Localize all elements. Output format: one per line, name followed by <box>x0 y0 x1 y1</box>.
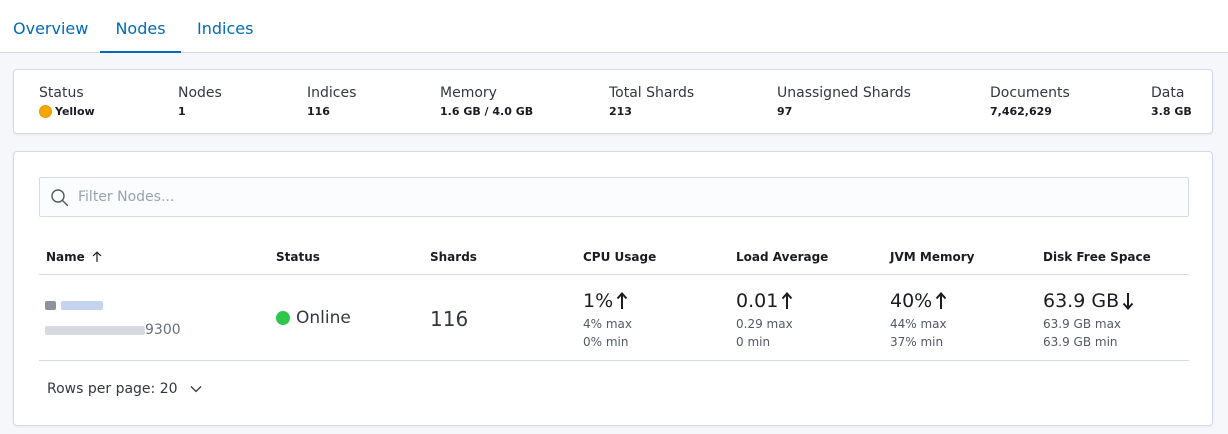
summary-documents: Documents 7,462,629 <box>990 85 1070 118</box>
node-status: Online <box>276 308 351 328</box>
summary-total-shards: Total Shards 213 <box>609 85 694 118</box>
column-header-jvm-memory[interactable]: JVM Memory <box>890 250 974 264</box>
summary-total-shards-label: Total Shards <box>609 85 695 101</box>
jvm-memory-min: 37% min <box>890 335 944 349</box>
arrow-down-icon <box>1122 293 1134 310</box>
column-header-cpu-usage[interactable]: CPU Usage <box>583 250 656 264</box>
summary-unassigned-shards: Unassigned Shards 97 <box>777 85 911 118</box>
cpu-usage-min: 0% min <box>583 335 629 349</box>
summary-unassigned-shards-value: 97 <box>777 105 793 118</box>
load-average-cell: 0.01 0.29 max 0 min <box>736 288 793 350</box>
summary-status-value: Yellow <box>55 105 95 118</box>
summary-nodes-value: 1 <box>178 105 186 118</box>
column-header-status[interactable]: Status <box>276 250 320 264</box>
tab-bar: Overview Nodes Indices <box>0 0 1228 53</box>
disk-free-space-min: 63.9 GB min <box>1043 335 1118 349</box>
column-header-load-average[interactable]: Load Average <box>736 250 828 264</box>
arrow-up-icon <box>616 292 628 309</box>
disk-free-space-value: 63.9 GB <box>1043 290 1120 312</box>
column-header-name[interactable]: Name <box>46 250 103 264</box>
disk-free-space-max: 63.9 GB max <box>1043 317 1122 331</box>
node-shards: 116 <box>430 307 469 331</box>
cpu-usage-max: 4% max <box>583 317 632 331</box>
node-address: 9300 <box>45 322 181 338</box>
summary-memory: Memory 1.6 GB / 4.0 GB <box>440 85 533 118</box>
filter-nodes-box <box>39 177 1189 217</box>
search-icon <box>51 189 69 207</box>
status-online-dot-icon <box>276 311 290 325</box>
arrow-up-icon <box>935 292 947 309</box>
rows-per-page-button[interactable]: Rows per page: 20 <box>47 381 202 397</box>
summary-status-label: Status <box>39 85 84 101</box>
cluster-summary-panel: Status Yellow Nodes 1 Indices 116 Memory… <box>13 69 1213 134</box>
summary-indices-value: 116 <box>307 105 330 118</box>
summary-indices-label: Indices <box>307 85 357 101</box>
status-yellow-dot-icon <box>39 105 52 118</box>
load-average-max: 0.29 max <box>736 317 793 331</box>
tab-overview[interactable]: Overview <box>13 0 88 53</box>
column-header-name-label: Name <box>46 250 85 264</box>
cpu-usage-cell: 1% 4% max 0% min <box>583 288 632 350</box>
summary-documents-value: 7,462,629 <box>990 105 1052 118</box>
jvm-memory-value: 40% <box>890 290 933 312</box>
load-average-min: 0 min <box>736 335 771 349</box>
row-divider <box>39 360 1189 361</box>
nodes-table-panel: Name Status Shards CPU Usage Load Averag… <box>13 151 1213 426</box>
rows-per-page-label: Rows per page: 20 <box>47 381 178 397</box>
summary-documents-label: Documents <box>990 85 1070 101</box>
summary-data-value: 3.8 GB <box>1151 105 1192 118</box>
summary-nodes: Nodes 1 <box>178 85 222 118</box>
tab-indices[interactable]: Indices <box>197 0 253 53</box>
column-header-disk-free-space[interactable]: Disk Free Space <box>1043 250 1151 264</box>
sort-ascending-icon <box>92 251 102 262</box>
column-header-shards[interactable]: Shards <box>430 250 477 264</box>
tab-nodes[interactable]: Nodes <box>100 0 181 53</box>
summary-status: Status Yellow <box>39 85 95 118</box>
summary-unassigned-shards-label: Unassigned Shards <box>777 85 911 101</box>
summary-memory-label: Memory <box>440 85 497 101</box>
arrow-up-icon <box>782 292 793 309</box>
redacted-node-name <box>45 300 56 310</box>
cpu-usage-value: 1% <box>583 290 614 312</box>
disk-free-space-cell: 63.9 GB 63.9 GB max 63.9 GB min <box>1043 288 1134 350</box>
summary-memory-value: 1.6 GB / 4.0 GB <box>440 105 534 118</box>
node-name-link[interactable] <box>45 298 103 312</box>
load-average-value: 0.01 <box>736 290 779 312</box>
node-address-port: 9300 <box>145 322 181 338</box>
filter-nodes-input[interactable] <box>78 178 1178 216</box>
chevron-down-icon <box>190 386 201 393</box>
header-divider <box>39 274 1189 275</box>
redacted-node-address <box>45 325 145 335</box>
redacted-node-name <box>61 300 103 310</box>
summary-nodes-label: Nodes <box>178 85 222 101</box>
summary-data: Data 3.8 GB <box>1151 85 1192 118</box>
summary-data-label: Data <box>1151 85 1185 101</box>
summary-total-shards-value: 213 <box>609 105 632 118</box>
jvm-memory-max: 44% max <box>890 317 947 331</box>
jvm-memory-cell: 40% 44% max 37% min <box>890 288 947 350</box>
summary-indices: Indices 116 <box>307 85 356 118</box>
node-status-text: Online <box>296 308 351 328</box>
